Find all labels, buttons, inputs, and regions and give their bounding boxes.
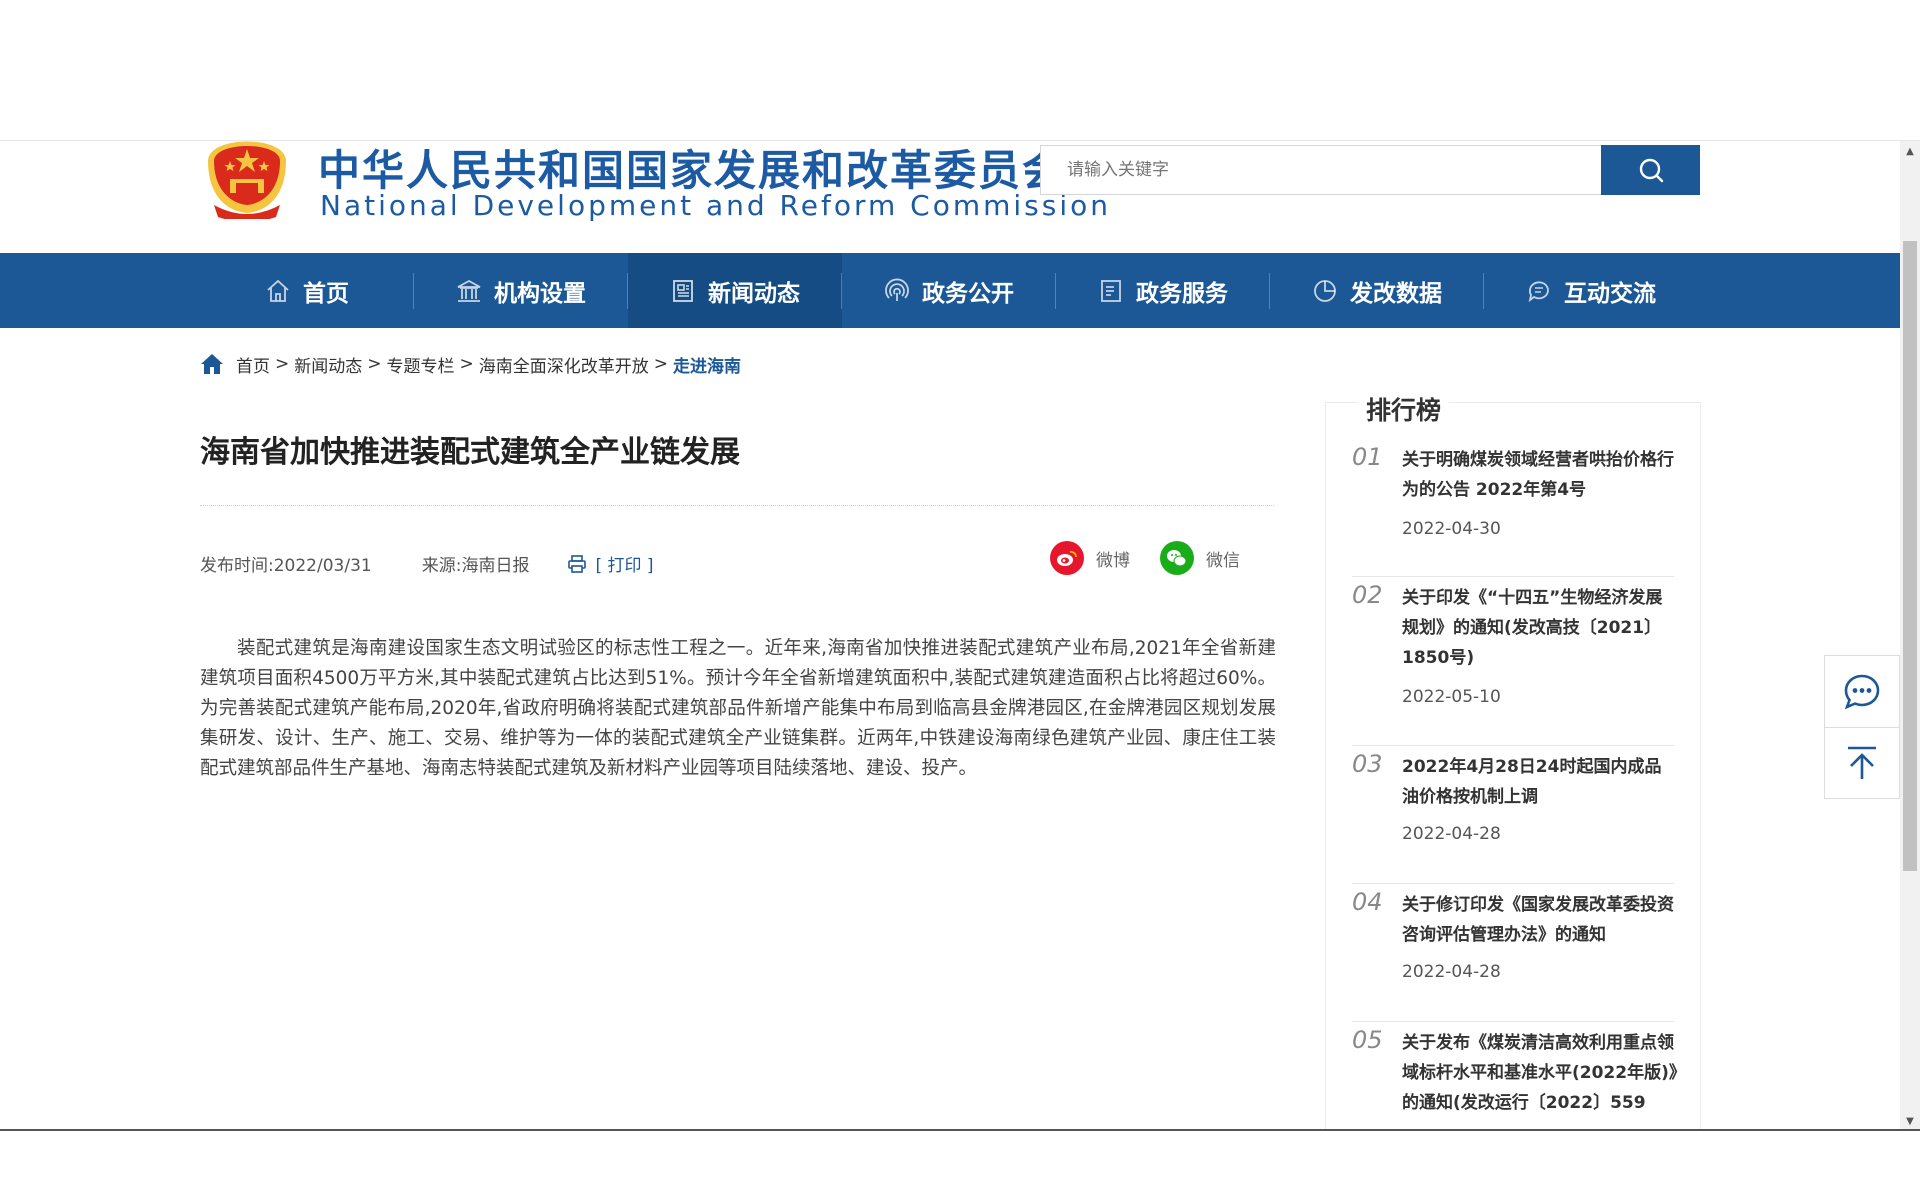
nav-item-data[interactable]: 发改数据 <box>1270 253 1484 328</box>
document-icon <box>1101 279 1121 302</box>
nav-item-government-affairs[interactable]: 政务公开 <box>842 253 1056 328</box>
ranking-item-title[interactable]: 关于明确煤炭领域经营者哄抬价格行为的公告 2022年第4号 <box>1402 445 1678 505</box>
print-button[interactable]: [ 打印 ] <box>567 551 654 576</box>
printer-icon <box>568 554 587 573</box>
nav-item-label: 新闻动态 <box>708 280 800 307</box>
nav-item-interaction[interactable]: 互动交流 <box>1484 253 1698 328</box>
ranking-item[interactable]: 04 关于修订印发《国家发展改革委投资咨询评估管理办法》的通知 2022-04-… <box>1352 888 1674 1022</box>
search-icon <box>1639 158 1663 183</box>
ranking-item-title[interactable]: 关于修订印发《国家发展改革委投资咨询评估管理办法》的通知 <box>1402 890 1678 950</box>
scrollbar-thumb[interactable] <box>1903 241 1917 871</box>
article-body: 装配式建筑是海南建设国家生态文明试验区的标志性工程之一。近年来,海南省加快推进装… <box>200 638 1276 779</box>
breadcrumb-separator: > <box>653 354 668 374</box>
ranking-number: 03 <box>1352 750 1383 778</box>
wechat-icon <box>1160 541 1194 575</box>
newspaper-icon <box>673 279 693 302</box>
breadcrumb-separator: > <box>367 354 382 374</box>
wechat-label: 微信 <box>1206 550 1240 571</box>
ranking-number: 02 <box>1352 581 1383 609</box>
ranking-number: 01 <box>1352 443 1383 471</box>
ranking-item-title[interactable]: 2022年4月28日24时起国内成品油价格按机制上调 <box>1402 752 1678 812</box>
article-source: 来源:海南日报 <box>421 556 530 576</box>
nav-item-label: 互动交流 <box>1564 280 1656 307</box>
main-navigation: 首页 机构设置 新闻动态 政务公开 政务服务 发改数据 互动交流 <box>0 253 1900 328</box>
ranking-panel: 排行榜 01 关于明确煤炭领域经营者哄抬价格行为的公告 2022年第4号 202… <box>1325 391 1701 1130</box>
article-meta: 发布时间:2022/03/31 来源:海南日报 [ 打印 ] <box>200 551 654 576</box>
building-icon <box>457 279 481 302</box>
share-weibo-button[interactable]: 微博 <box>1050 541 1130 575</box>
ranking-number: 04 <box>1352 888 1383 916</box>
scroll-down-arrow-icon[interactable]: ▼ <box>1900 1111 1920 1130</box>
nav-item-organization[interactable]: 机构设置 <box>414 253 628 328</box>
window-bottom-edge <box>0 1129 1920 1131</box>
nav-item-services[interactable]: 政务服务 <box>1056 253 1270 328</box>
breadcrumb-current[interactable]: 走进海南 <box>673 352 741 377</box>
breadcrumb-link-home[interactable]: 首页 <box>236 352 270 377</box>
back-to-top-icon <box>1848 746 1876 779</box>
breadcrumb-link-topics[interactable]: 专题专栏 <box>387 352 455 377</box>
ranking-item-date: 2022-05-10 <box>1402 687 1501 707</box>
ranking-item[interactable]: 01 关于明确煤炭领域经营者哄抬价格行为的公告 2022年第4号 2022-04… <box>1352 443 1674 577</box>
vertical-scrollbar[interactable]: ▲ ▼ <box>1900 141 1920 1130</box>
message-button[interactable] <box>1825 656 1899 727</box>
search-bar <box>1040 145 1700 195</box>
share-bar: 微博 微信 <box>1050 541 1240 575</box>
weibo-label: 微博 <box>1096 550 1130 571</box>
breadcrumb-separator: > <box>459 354 474 374</box>
ranking-title: 排行榜 <box>1358 391 1450 427</box>
ranking-item[interactable]: 02 关于印发《“十四五”生物经济发展规划》的通知(发改高技〔2021〕1850… <box>1352 581 1674 746</box>
ranking-item[interactable]: 05 关于发布《煤炭清洁高效利用重点领域标杆水平和基准水平(2022年版)》的通… <box>1352 1026 1677 1130</box>
national-emblem-logo[interactable] <box>200 140 294 219</box>
weibo-icon <box>1050 541 1084 575</box>
message-icon <box>1844 674 1880 709</box>
pie-chart-icon <box>1314 279 1336 302</box>
ranking-item-date: 2022-04-28 <box>1402 824 1501 844</box>
nav-item-home[interactable]: 首页 <box>200 253 414 328</box>
nav-item-label: 首页 <box>303 280 349 307</box>
ranking-item-title[interactable]: 关于印发《“十四五”生物经济发展规划》的通知(发改高技〔2021〕1850号) <box>1402 583 1678 673</box>
floating-toolbar <box>1824 655 1900 799</box>
scroll-up-arrow-icon[interactable]: ▲ <box>1900 141 1920 161</box>
article-title: 海南省加快推进装配式建筑全产业链发展 <box>200 435 740 470</box>
nav-item-label: 机构设置 <box>494 280 586 307</box>
title-divider <box>200 505 1274 506</box>
ranking-item-date: 2022-04-30 <box>1402 519 1501 539</box>
nav-item-label: 政务服务 <box>1136 280 1228 307</box>
nav-item-news[interactable]: 新闻动态 <box>628 253 842 328</box>
site-title-en: National Development and Reform Commissi… <box>320 189 1111 222</box>
broadcast-icon <box>885 278 909 301</box>
back-to-top-button[interactable] <box>1825 727 1899 798</box>
nav-item-label: 政务公开 <box>922 280 1014 307</box>
nav-item-label: 发改数据 <box>1350 280 1442 307</box>
ranking-item-title[interactable]: 关于发布《煤炭清洁高效利用重点领域标杆水平和基准水平(2022年版)》的通知(发… <box>1402 1028 1682 1118</box>
ranking-item-date: 2022-04-28 <box>1402 962 1501 982</box>
search-button[interactable] <box>1601 145 1700 195</box>
home-icon <box>267 279 289 302</box>
publish-date: 发布时间:2022/03/31 <box>200 556 372 576</box>
ranking-item[interactable]: 03 2022年4月28日24时起国内成品油价格按机制上调 2022-04-28 <box>1352 750 1674 884</box>
chat-icon <box>1528 281 1549 302</box>
search-input[interactable] <box>1040 145 1602 195</box>
breadcrumb: 首页 > 新闻动态 > 专题专栏 > 海南全面深化改革开放 > 走进海南 <box>200 352 741 377</box>
home-icon[interactable] <box>200 353 224 375</box>
ranking-number: 05 <box>1352 1026 1383 1054</box>
print-label: [ 打印 ] <box>595 556 654 576</box>
share-wechat-button[interactable]: 微信 <box>1160 541 1240 575</box>
browser-viewport: 中华人民共和国国家发展和改革委员会 National Development a… <box>0 140 1920 1130</box>
breadcrumb-link-news[interactable]: 新闻动态 <box>294 352 362 377</box>
breadcrumb-link-hainan-reform[interactable]: 海南全面深化改革开放 <box>479 352 649 377</box>
breadcrumb-separator: > <box>275 354 290 374</box>
site-header: 中华人民共和国国家发展和改革委员会 National Development a… <box>0 140 1900 251</box>
